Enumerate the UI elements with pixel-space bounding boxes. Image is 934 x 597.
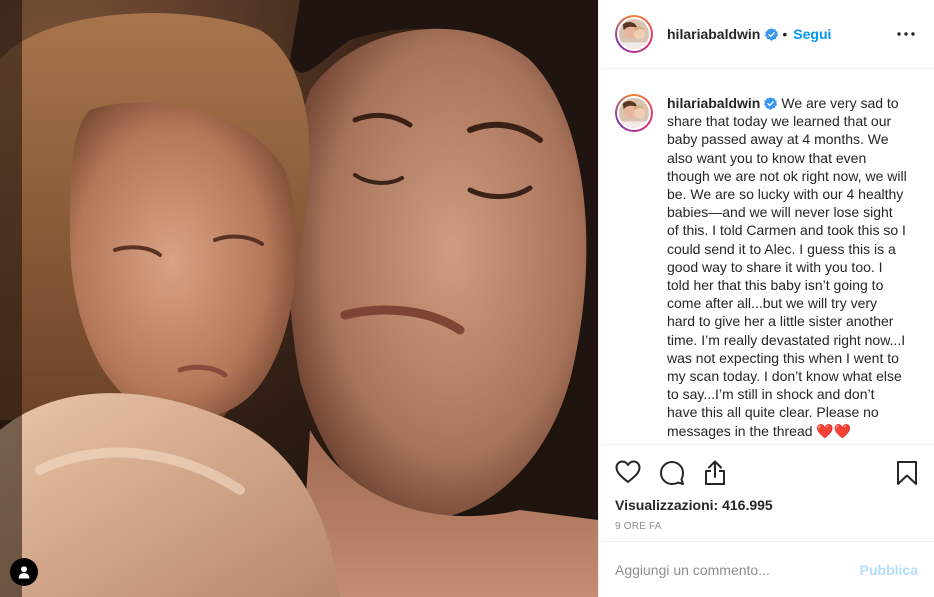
add-comment-bar: Pubblica bbox=[599, 541, 934, 597]
action-icons-row bbox=[599, 445, 934, 499]
follow-button[interactable]: Segui bbox=[793, 26, 831, 42]
heart-icon[interactable] bbox=[615, 460, 641, 489]
caption-verified-badge-icon bbox=[764, 97, 778, 110]
views-number: 416.995 bbox=[722, 497, 773, 513]
post-caption: hilariabaldwin We are very sad to share … bbox=[615, 94, 918, 440]
caption-author-avatar[interactable] bbox=[615, 94, 653, 132]
author-avatar[interactable] bbox=[615, 15, 653, 53]
comment-input[interactable] bbox=[615, 561, 852, 578]
post-header: hilariabaldwin • Segui bbox=[599, 0, 934, 69]
post-video-frame bbox=[0, 0, 598, 597]
share-icon[interactable] bbox=[703, 460, 727, 491]
view-count[interactable]: Visualizzazioni: 416.995 bbox=[615, 497, 773, 513]
bookmark-icon[interactable] bbox=[896, 460, 918, 491]
user-tag-icon[interactable] bbox=[10, 558, 38, 586]
verified-badge-icon bbox=[765, 27, 779, 41]
author-username[interactable]: hilariabaldwin bbox=[667, 26, 760, 42]
post-side-panel: hilariabaldwin • Segui hilariabaldwin We… bbox=[598, 0, 934, 597]
comments-section[interactable]: hilariabaldwin We are very sad to share … bbox=[599, 70, 934, 444]
caption-body: hilariabaldwin We are very sad to share … bbox=[667, 94, 907, 440]
header-separator: • bbox=[782, 26, 788, 42]
post-actions: Visualizzazioni: 416.995 9 ORE FA bbox=[599, 444, 934, 532]
post-comment-button[interactable]: Pubblica bbox=[860, 562, 918, 578]
more-options-icon[interactable] bbox=[896, 24, 916, 44]
views-label: Visualizzazioni: bbox=[615, 497, 719, 513]
post-timestamp[interactable]: 9 ORE FA bbox=[615, 521, 662, 532]
post-media[interactable] bbox=[0, 0, 598, 597]
caption-username[interactable]: hilariabaldwin bbox=[667, 95, 760, 111]
comment-icon[interactable] bbox=[659, 460, 685, 491]
caption-text: We are very sad to share that today we l… bbox=[667, 95, 907, 439]
